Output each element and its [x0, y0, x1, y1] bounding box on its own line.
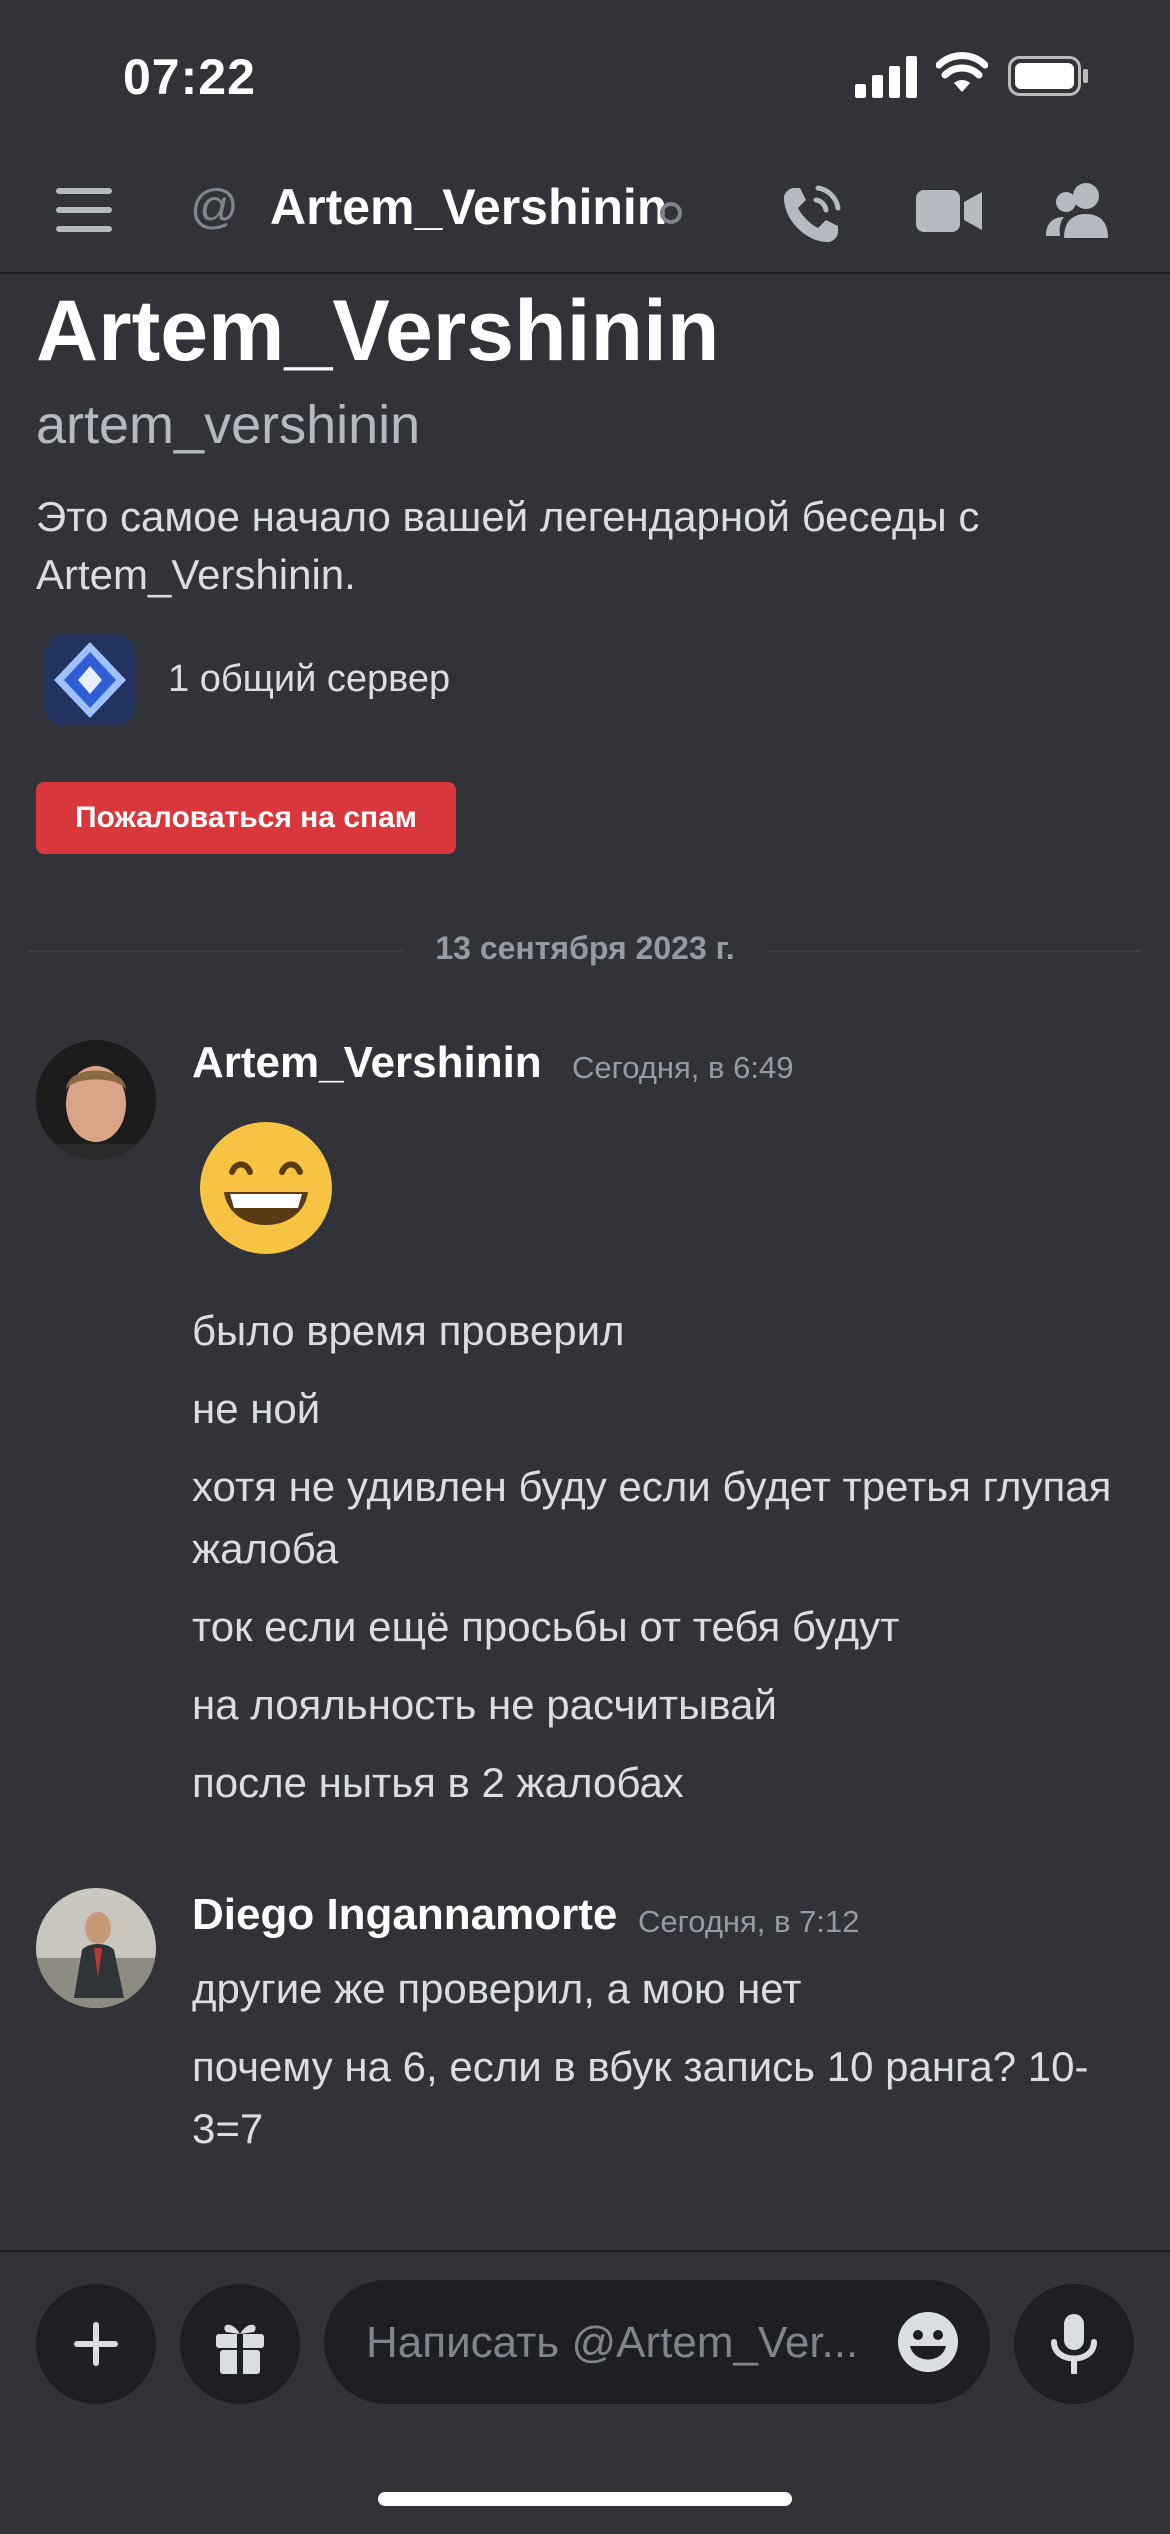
- home-indicator: [378, 2492, 792, 2506]
- message-author[interactable]: Diego Ingannamorte: [192, 1890, 617, 1940]
- plus-icon: [74, 2322, 118, 2366]
- microphone-icon: [1051, 2314, 1097, 2374]
- mutual-servers-text[interactable]: 1 общий сервер: [168, 658, 450, 701]
- battery-icon: [1008, 56, 1088, 96]
- divider-line: [768, 950, 1142, 952]
- at-icon: @: [190, 181, 239, 234]
- message-timestamp: Сегодня, в 7:12: [638, 1904, 860, 1939]
- message-line: на лояльность не расчитывай: [192, 1681, 777, 1728]
- message-timestamp: Сегодня, в 6:49: [572, 1050, 794, 1085]
- message-author[interactable]: Artem_Vershinin: [192, 1038, 542, 1088]
- status-bar: 07:22: [0, 0, 1170, 150]
- signal-icon: [855, 56, 917, 98]
- message-line: было время проверил: [192, 1307, 625, 1354]
- voice-message-button[interactable]: [1014, 2284, 1134, 2404]
- message-line: не ной: [192, 1385, 321, 1432]
- voice-call-icon[interactable]: [780, 182, 844, 246]
- profile-display-name: Artem_Vershinin: [36, 283, 720, 379]
- server-icon[interactable]: [44, 634, 136, 726]
- profile-username: artem_vershinin: [36, 395, 421, 455]
- divider-line: [28, 950, 402, 952]
- message-input[interactable]: [364, 2302, 868, 2384]
- message-line: хотя не удивлен буду если будет третья г…: [192, 1463, 1112, 1572]
- offline-status-icon: [660, 202, 682, 224]
- dm-title[interactable]: Artem_Vershinin: [270, 178, 667, 236]
- message-composer: [0, 2250, 1170, 2534]
- message-line: почему на 6, если в вбук запись 10 ранга…: [192, 2043, 1089, 2152]
- conversation-start-text: Это самое начало вашей легендарной бесед…: [36, 493, 980, 598]
- date-divider: 13 сентября 2023 г.: [435, 930, 735, 966]
- message-line: другие же проверил, а мою нет: [192, 1965, 802, 2012]
- dm-header: @ Artem_Vershinin: [0, 150, 1170, 274]
- grinning-emoji-icon: [200, 1122, 332, 1254]
- gift-button[interactable]: [180, 2284, 300, 2404]
- gift-icon: [216, 2324, 264, 2374]
- wifi-icon: [936, 52, 988, 92]
- message-line: ток если ещё просьбы от тебя будут: [192, 1603, 900, 1650]
- members-icon[interactable]: [1046, 180, 1112, 240]
- avatar[interactable]: [36, 1888, 156, 2008]
- status-time: 07:22: [123, 49, 256, 105]
- add-attachment-button[interactable]: [36, 2284, 156, 2404]
- report-spam-button[interactable]: Пожаловаться на спам: [36, 782, 456, 854]
- avatar[interactable]: [36, 1040, 156, 1160]
- menu-icon[interactable]: [56, 188, 112, 232]
- message-input-container[interactable]: [324, 2280, 990, 2404]
- video-call-icon[interactable]: [916, 186, 982, 236]
- message-line: после нытья в 2 жалобах: [192, 1759, 684, 1806]
- emoji-picker-icon[interactable]: [896, 2310, 960, 2374]
